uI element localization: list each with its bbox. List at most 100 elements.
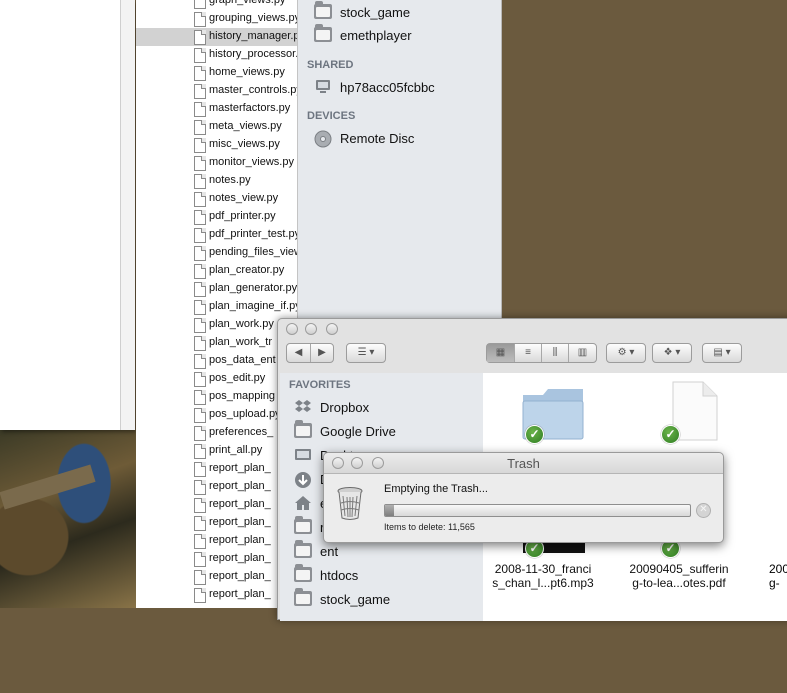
file-list-item[interactable]: master_controls.py	[136, 82, 299, 100]
file-list-item[interactable]: pdf_printer.py	[136, 208, 299, 226]
python-file-icon	[194, 372, 206, 387]
python-file-icon	[194, 318, 206, 333]
python-file-icon	[194, 138, 206, 153]
file-list-item[interactable]: pos_mapping	[136, 388, 299, 406]
file-name: grouping_views.py	[209, 12, 297, 24]
python-file-icon	[194, 570, 206, 585]
file-list-item[interactable]: report_plan_	[136, 460, 299, 478]
stop-icon[interactable]: ✕	[696, 503, 711, 518]
file-list-item[interactable]: report_plan_	[136, 496, 299, 514]
file-list-item[interactable]: pos_upload.py	[136, 406, 299, 424]
file-list-item[interactable]: plan_imagine_if.py	[136, 298, 299, 316]
file-list-item[interactable]: plan_work.py	[136, 316, 299, 334]
file-list-item[interactable]: masterfactors.py	[136, 100, 299, 118]
python-file-icon	[194, 354, 206, 369]
file-name: monitor_views.py	[209, 156, 294, 168]
items-count: Items to delete: 11,565	[384, 522, 475, 532]
python-file-icon	[194, 426, 206, 441]
arrange-menu-icon: ☰ ▾	[357, 347, 375, 358]
minimize-window-button[interactable]	[305, 323, 317, 335]
python-file-icon	[194, 228, 206, 243]
python-file-icon	[194, 462, 206, 477]
python-file-icon	[194, 210, 206, 225]
file-list-item[interactable]: home_views.py	[136, 64, 299, 82]
python-file-icon	[194, 390, 206, 405]
file-name: home_views.py	[209, 66, 285, 78]
python-file-icon	[194, 174, 206, 189]
file-list-item[interactable]: meta_views.py	[136, 118, 299, 136]
upper-finder-sidebar: stock_game emethplayer SHARED hp78acc05f…	[297, 0, 502, 330]
python-file-icon	[194, 516, 206, 531]
forward-arrow-icon: ▶	[318, 347, 326, 358]
python-file-icon	[194, 264, 206, 279]
back-button[interactable]: ◀	[287, 344, 311, 362]
file-list-item[interactable]: report_plan_	[136, 550, 299, 568]
view-options-button[interactable]: ▤ ▾	[702, 343, 742, 363]
trash-progress-dialog: Trash Emptying the Trash... ✕ Items to d…	[323, 452, 724, 543]
file-list-item[interactable]: report_plan_	[136, 586, 299, 604]
back-arrow-icon: ◀	[294, 347, 303, 358]
action-button[interactable]: ⚙ ▾	[606, 343, 646, 363]
columns-icon: ⫼	[552, 347, 558, 358]
window-scroll-edge	[120, 0, 135, 430]
file-list-item[interactable]: pending_files_views.py	[136, 244, 299, 262]
python-file-icon	[194, 192, 206, 207]
favorite-label: Dropbox	[320, 400, 370, 415]
desktop-wallpaper	[0, 430, 140, 608]
folder-icon	[294, 516, 312, 534]
file-list-item[interactable]: plan_generator.py	[136, 280, 299, 298]
file-tile-partial[interactable]: 200 g-	[769, 478, 787, 693]
zoom-window-button[interactable]	[326, 323, 338, 335]
file-list-item[interactable]: pdf_printer_test.py	[136, 226, 299, 244]
arrange-button[interactable]: ☰ ▾	[346, 343, 386, 363]
python-file-icon	[194, 12, 206, 27]
file-list-item[interactable]: report_plan_	[136, 532, 299, 550]
file-list-item[interactable]: history_manager.py	[136, 28, 299, 46]
file-name: plan_generator.py	[209, 282, 297, 294]
favorites-header: FAVORITES	[289, 379, 351, 391]
file-list-item[interactable]: history_processor.py	[136, 46, 299, 64]
favorite-label: stock_game	[320, 592, 391, 607]
file-caption-line2: g-to-lea...otes.pdf	[632, 576, 726, 590]
sidebar-item-label: hp78acc05fcbbc	[340, 80, 435, 95]
file-name: pending_files_views.py	[209, 246, 297, 258]
file-list-item[interactable]: notes_view.py	[136, 190, 299, 208]
file-list-item[interactable]: print_all.py	[136, 442, 299, 460]
file-name: master_controls.py	[209, 84, 297, 96]
icon-view-button[interactable]: ▦	[487, 344, 515, 362]
file-list-item[interactable]: report_plan_	[136, 568, 299, 586]
sidebar-item-label: Remote Disc	[340, 131, 415, 146]
file-list-item[interactable]: report_plan_	[136, 478, 299, 496]
list-icon: ≡	[525, 347, 531, 358]
file-list-item[interactable]: misc_views.py	[136, 136, 299, 154]
folder-icon	[294, 588, 312, 606]
python-file-icon	[194, 30, 206, 45]
file-list-item[interactable]: grouping_views.py	[136, 10, 299, 28]
file-name: misc_views.py	[209, 138, 280, 150]
view-options-icon: ▤ ▾	[713, 347, 731, 358]
file-list-item[interactable]: pos_data_ent	[136, 352, 299, 370]
python-file-icon	[194, 408, 206, 423]
file-list-item[interactable]: graph_views.py	[136, 0, 299, 10]
python-file-icon	[194, 480, 206, 495]
close-window-button[interactable]	[286, 323, 298, 335]
computer-icon	[314, 79, 332, 94]
folder-icon	[294, 540, 312, 558]
file-name: notes.py	[209, 174, 251, 186]
file-list-item[interactable]: plan_creator.py	[136, 262, 299, 280]
forward-button[interactable]: ▶	[311, 344, 333, 362]
file-list-item[interactable]: notes.py	[136, 172, 299, 190]
file-name: meta_views.py	[209, 120, 282, 132]
coverflow-view-button[interactable]: ▥	[569, 344, 596, 362]
file-list-item[interactable]: preferences_	[136, 424, 299, 442]
file-list-item[interactable]: monitor_views.py	[136, 154, 299, 172]
favorite-label: Google Drive	[320, 424, 396, 439]
file-list-item[interactable]: pos_edit.py	[136, 370, 299, 388]
column-view-button[interactable]: ⫼	[542, 344, 569, 362]
favorite-label: htdocs	[320, 568, 359, 583]
sidebar-item-label: emethplayer	[340, 28, 412, 43]
list-view-button[interactable]: ≡	[515, 344, 542, 362]
dropbox-toolbar-button[interactable]: ❖ ▾	[652, 343, 692, 363]
file-list-item[interactable]: report_plan_	[136, 514, 299, 532]
file-list-item[interactable]: plan_work_tr	[136, 334, 299, 352]
